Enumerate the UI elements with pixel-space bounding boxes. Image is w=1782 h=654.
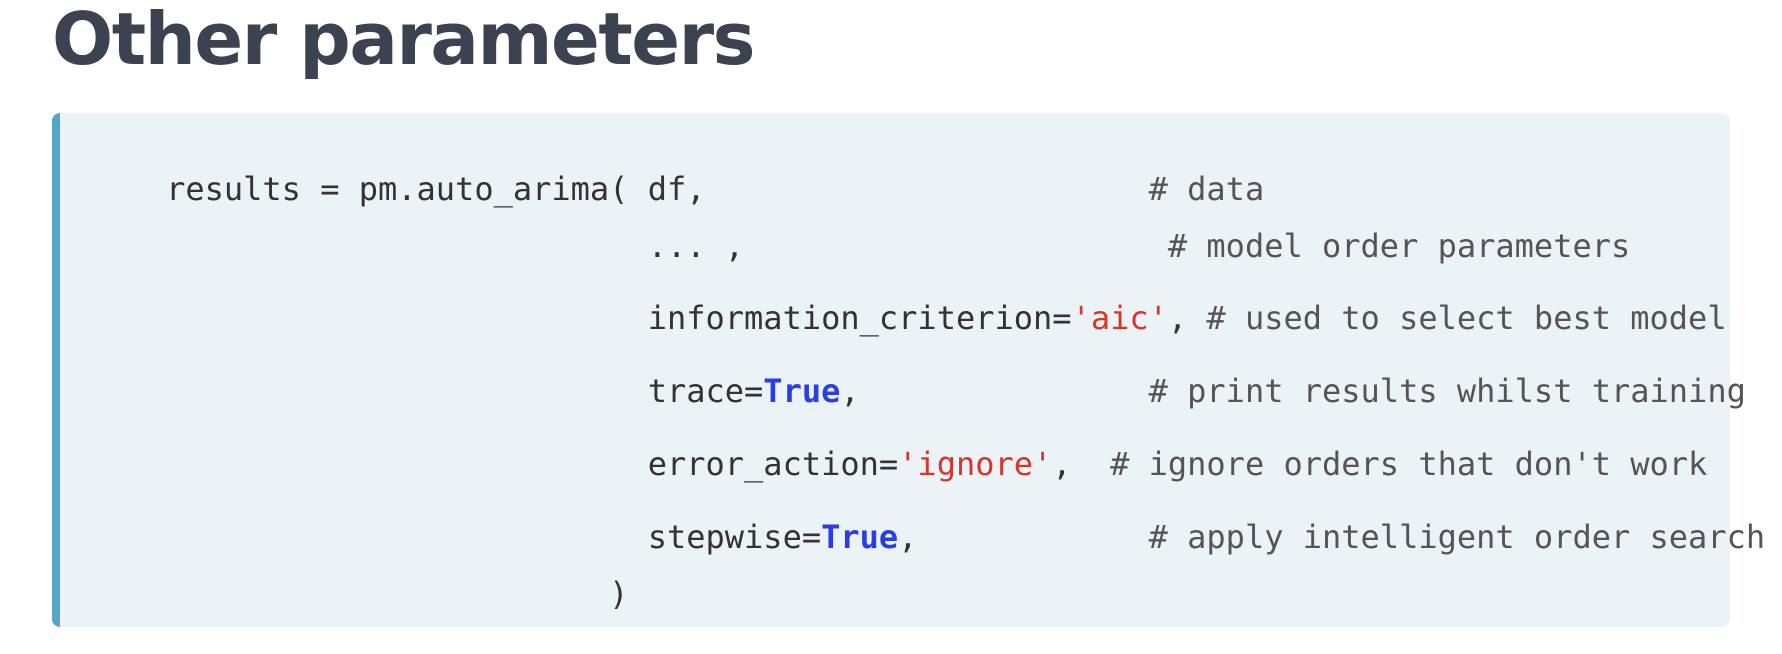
code-keyword: True: [821, 518, 899, 556]
code-line: ): [89, 534, 628, 654]
code-token: ): [166, 575, 629, 613]
page-title: Other parameters: [52, 0, 755, 81]
code-block: results = pm.auto_arima( df, # data ... …: [52, 113, 1765, 627]
code-comment: # apply intelligent order search: [917, 518, 1766, 556]
code-token: ,: [898, 518, 918, 556]
